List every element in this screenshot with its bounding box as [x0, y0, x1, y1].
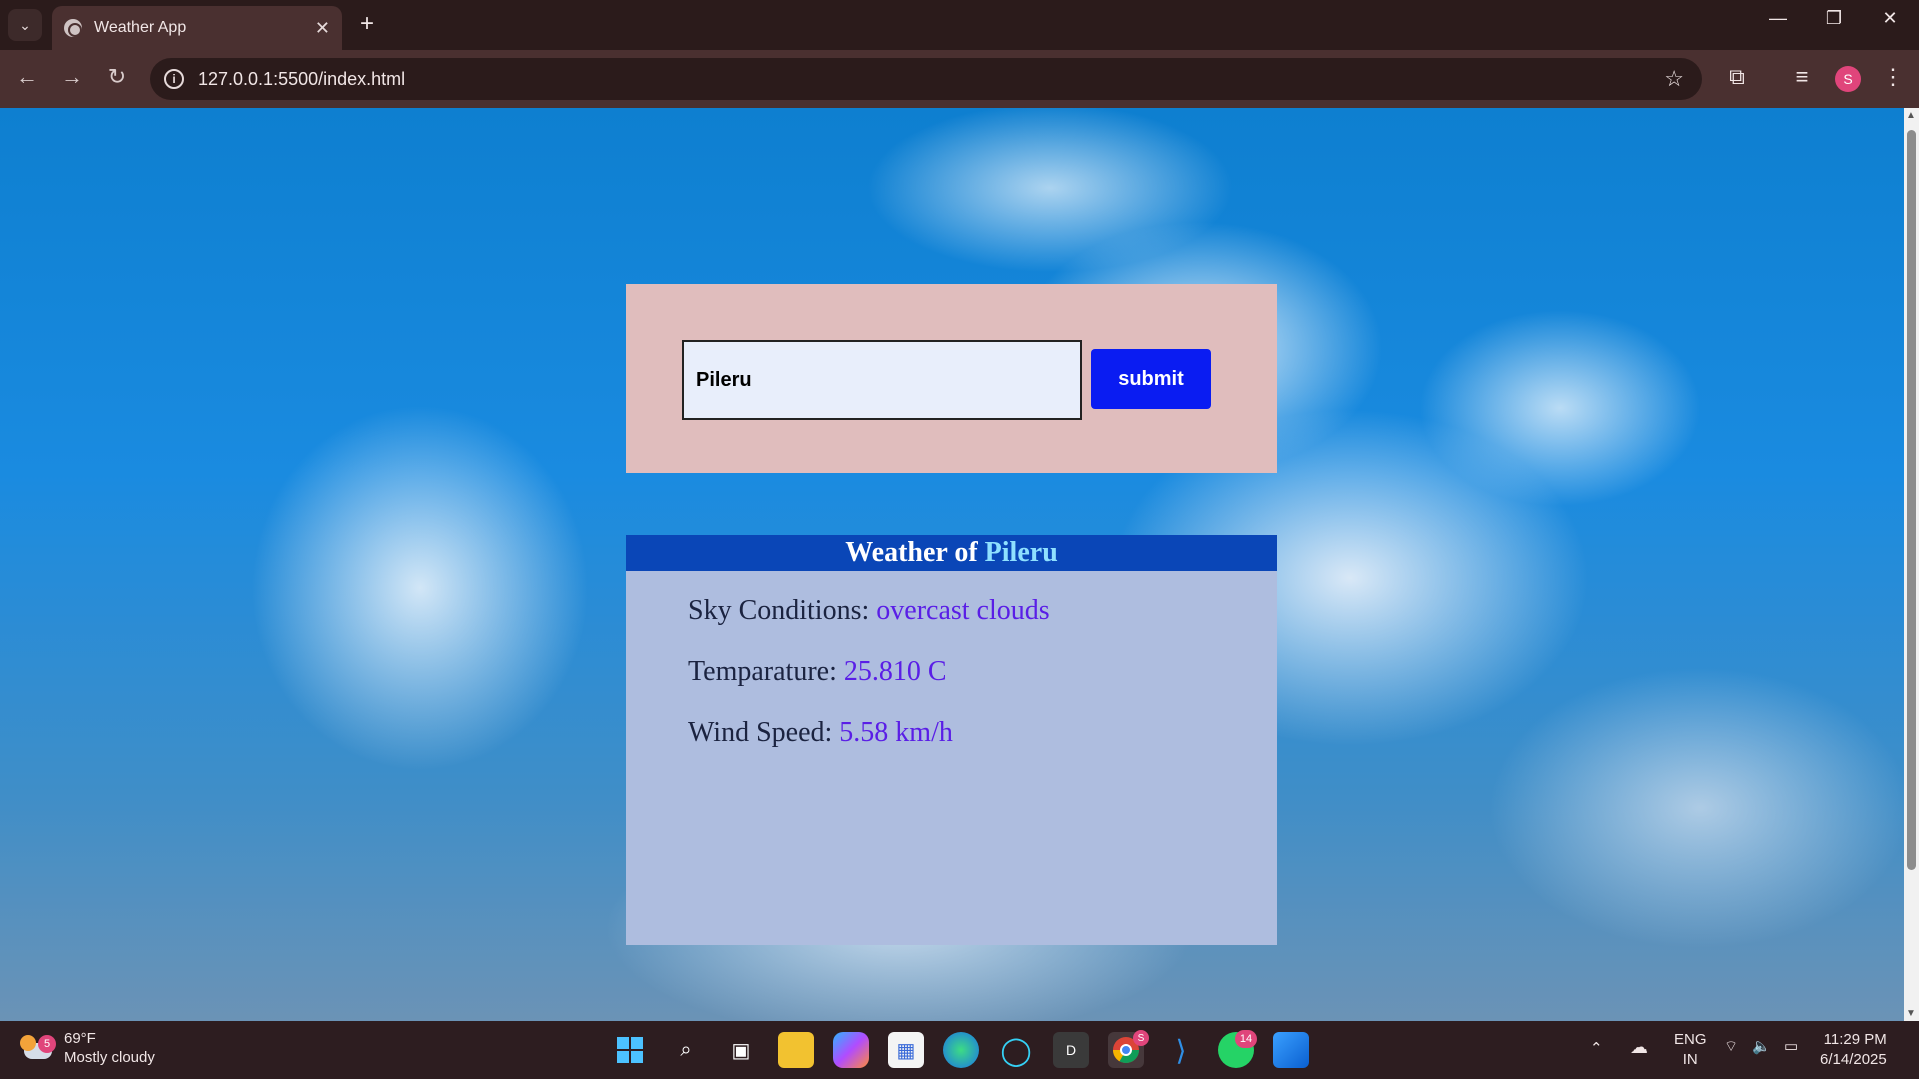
extensions-icon[interactable]: ⧉ — [1722, 64, 1752, 90]
sky-conditions-value: overcast clouds — [876, 595, 1050, 626]
globe-icon — [64, 19, 82, 37]
forward-icon[interactable]: → — [57, 64, 87, 90]
temperature-value: 25.810 C — [843, 656, 947, 687]
scroll-up-icon[interactable]: ▲ — [1906, 110, 1916, 121]
weather-description: Mostly cloudy — [64, 1049, 155, 1066]
search-card: submit — [626, 284, 1277, 473]
temperature-label: Temparature: — [688, 656, 837, 687]
tab-title: Weather App — [94, 19, 187, 36]
restore-button[interactable]: ❐ — [1814, 8, 1854, 29]
wifi-icon[interactable]: ⌔ — [1724, 1037, 1738, 1056]
temperature-row: Temparature: 25.810 C — [688, 656, 947, 688]
close-tab-icon[interactable]: ✕ — [315, 18, 330, 39]
whatsapp-badge: 14 — [1235, 1030, 1257, 1048]
region-code: IN — [1682, 1051, 1698, 1068]
vscode-icon[interactable]: ⟩ — [1163, 1032, 1199, 1068]
browser-tab-bar: ⌄ Weather App ✕ + — ❐ ✕ — [0, 0, 1919, 50]
onedrive-icon[interactable]: ☁ — [1630, 1037, 1648, 1058]
chevron-down-icon: ⌄ — [19, 16, 31, 33]
site-info-icon[interactable]: i — [164, 69, 184, 89]
tab-search-button[interactable]: ⌄ — [8, 9, 42, 41]
system-clock[interactable]: 11:29 PM 6/14/2025 — [1820, 1030, 1887, 1070]
store-icon[interactable]: ▦ — [888, 1032, 924, 1068]
dev-app-icon[interactable]: D — [1053, 1032, 1089, 1068]
search-icon[interactable]: ⌕ — [668, 1032, 704, 1068]
start-button[interactable] — [612, 1032, 648, 1068]
volume-icon[interactable]: 🔈 — [1752, 1037, 1771, 1055]
weather-temperature: 69°F — [64, 1030, 96, 1047]
weather-header-city: Pileru — [984, 537, 1058, 568]
scrollbar-thumb[interactable] — [1907, 130, 1916, 870]
clock-date: 6/14/2025 — [1820, 1051, 1887, 1068]
vertical-scrollbar[interactable]: ▲ ▼ — [1904, 108, 1919, 1021]
submit-button[interactable]: submit — [1091, 349, 1211, 409]
back-icon[interactable]: ← — [12, 64, 42, 90]
task-view-icon[interactable]: ▣ — [723, 1032, 759, 1068]
windows-taskbar: 5 69°F Mostly cloudy ⌕ ▣ ▦ ◯ D S ⟩ 14 ⌃ … — [0, 1021, 1919, 1079]
sky-conditions-row: Sky Conditions: overcast clouds — [688, 595, 1050, 627]
clock-time: 11:29 PM — [1823, 1031, 1887, 1048]
photos-icon[interactable] — [1273, 1032, 1309, 1068]
show-hidden-icons-chevron-icon[interactable]: ⌃ — [1590, 1039, 1603, 1057]
minimize-button[interactable]: — — [1758, 8, 1798, 29]
url-text: 127.0.0.1:5500/index.html — [198, 68, 406, 89]
cortana-icon[interactable]: ◯ — [998, 1032, 1034, 1068]
battery-icon[interactable]: ▭ — [1784, 1037, 1798, 1055]
address-bar[interactable]: i 127.0.0.1:5500/index.html ☆ — [150, 58, 1702, 100]
weather-badge: 5 — [38, 1035, 56, 1053]
edge-icon[interactable] — [943, 1032, 979, 1068]
windows-logo-icon — [617, 1037, 643, 1063]
chrome-profile-badge: S — [1133, 1030, 1149, 1046]
wind-speed-value: 5.58 km/h — [839, 717, 953, 748]
menu-icon[interactable]: ⋮ — [1878, 64, 1908, 90]
wind-speed-label: Wind Speed: — [688, 717, 833, 748]
weather-widget[interactable]: 5 69°F Mostly cloudy — [20, 1029, 155, 1067]
page-viewport: submit Weather of Pileru Sky Conditions:… — [0, 108, 1904, 1021]
wind-speed-row: Wind Speed: 5.58 km/h — [688, 717, 953, 749]
bookmark-star-icon[interactable]: ☆ — [1664, 66, 1684, 92]
reload-icon[interactable]: ↻ — [102, 64, 132, 90]
new-tab-button[interactable]: + — [352, 10, 382, 38]
language-indicator[interactable]: ENG IN — [1674, 1030, 1707, 1070]
browser-tab[interactable]: Weather App ✕ — [52, 6, 342, 50]
sky-conditions-label: Sky Conditions: — [688, 595, 870, 626]
city-input[interactable] — [682, 340, 1082, 420]
profile-avatar[interactable]: S — [1835, 66, 1861, 92]
language-code: ENG — [1674, 1031, 1707, 1048]
scroll-down-icon[interactable]: ▼ — [1906, 1008, 1916, 1019]
browser-toolbar: ← → ↻ i 127.0.0.1:5500/index.html ☆ ⧉ ≡ … — [0, 50, 1919, 108]
close-window-button[interactable]: ✕ — [1870, 8, 1910, 29]
weather-header: Weather of Pileru — [626, 535, 1277, 571]
copilot-icon[interactable] — [833, 1032, 869, 1068]
weather-header-prefix: Weather of — [845, 537, 978, 568]
media-control-icon[interactable]: ≡ — [1787, 64, 1817, 90]
file-explorer-icon[interactable] — [778, 1032, 814, 1068]
weather-card: Weather of Pileru Sky Conditions: overca… — [626, 535, 1277, 945]
